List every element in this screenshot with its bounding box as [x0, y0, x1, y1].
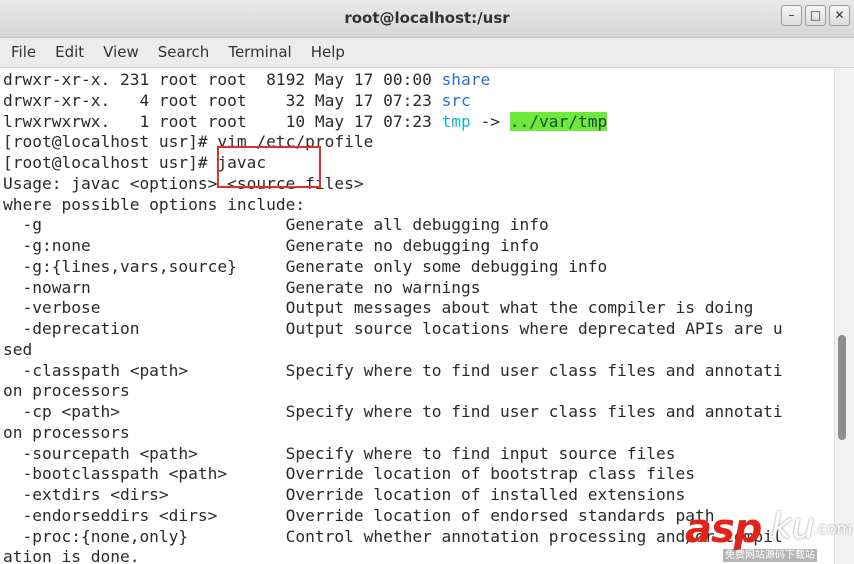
close-button[interactable]: ✕ [829, 5, 850, 26]
terminal-text: -g:{lines,vars,source} Generate only som… [3, 256, 608, 276]
maximize-button[interactable]: □ [805, 5, 826, 26]
terminal-text: -> [470, 111, 510, 131]
terminal-text: lrwxrwxrwx. 1 root root 10 May 17 07:23 [3, 111, 442, 131]
window-title: root@localhost:/usr [344, 9, 510, 27]
terminal-line: -extdirs <dirs> Override location of ins… [3, 484, 685, 505]
terminal-text: -bootclasspath <path> Override location … [3, 464, 695, 484]
terminal-text: ation is done. [3, 547, 140, 564]
terminal-line: -proc:{none,only} Control whether annota… [3, 526, 783, 547]
scrollbar-track[interactable] [834, 68, 854, 564]
terminal-text: sed [3, 339, 33, 359]
terminal-text: drwxr-xr-x. 231 root root 8192 May 17 00… [3, 70, 442, 89]
terminal-text: -g Generate all debugging info [3, 215, 549, 235]
menu-edit[interactable]: Edit [44, 38, 92, 67]
terminal-line: drwxr-xr-x. 4 root root 32 May 17 07:23 … [3, 90, 471, 111]
terminal-text: -proc:{none,only} Control whether annota… [3, 526, 783, 546]
terminal-text: -verbose Output messages about what the … [3, 298, 754, 318]
terminal-text: on processors [3, 422, 130, 442]
menu-view[interactable]: View [92, 38, 147, 67]
terminal-line: -verbose Output messages about what the … [3, 297, 753, 318]
terminal-line: -g Generate all debugging info [3, 214, 549, 235]
title-bar: root@localhost:/usr – □ ✕ [0, 0, 854, 38]
terminal-lnk-text: tmp [441, 111, 471, 131]
terminal-text: -g:none Generate no debugging info [3, 236, 540, 255]
terminal-line: sed [3, 339, 32, 360]
terminal-text: -deprecation Output source locations whe… [3, 319, 783, 338]
terminal-text: -cp <path> Specify where to find user cl… [3, 402, 783, 421]
terminal-text: on processors [3, 381, 130, 401]
terminal-line: where possible options include: [3, 194, 305, 215]
terminal-line: ation is done. [3, 546, 139, 564]
menu-search[interactable]: Search [147, 38, 218, 67]
watermark-domain: .com [813, 519, 853, 538]
annotation-highlight-box [217, 146, 321, 188]
terminal-dir-text: share [441, 70, 491, 89]
terminal-line: -sourcepath <path> Specify where to find… [3, 443, 675, 464]
minimize-button[interactable]: – [781, 5, 802, 26]
terminal-text: -sourcepath <path> Specify where to find… [3, 443, 676, 463]
terminal-line: on processors [3, 422, 130, 443]
scrollbar-thumb[interactable] [838, 335, 846, 440]
watermark-suffix: ku [771, 506, 815, 547]
terminal-hl-text: ../var/tmp [509, 111, 608, 131]
terminal-line: -g:{lines,vars,source} Generate only som… [3, 256, 607, 277]
terminal-text: where possible options include: [3, 194, 306, 214]
terminal-line: -g:none Generate no debugging info [3, 235, 539, 256]
watermark-tagline: 免费网站源码下载站 [723, 549, 817, 562]
terminal-text: drwxr-xr-x. 4 root root 32 May 17 07:23 [3, 90, 442, 110]
terminal-dir-text: src [441, 90, 471, 110]
terminal-line: -endorseddirs <dirs> Override location o… [3, 505, 714, 526]
window-controls: – □ ✕ [781, 5, 850, 26]
watermark-brand: asp [685, 506, 762, 552]
terminal-line: lrwxrwxrwx. 1 root root 10 May 17 07:23 … [3, 111, 608, 132]
terminal-line: -cp <path> Specify where to find user cl… [3, 401, 783, 422]
menu-bar: File Edit View Search Terminal Help [0, 38, 854, 68]
menu-terminal[interactable]: Terminal [217, 38, 299, 67]
terminal-text: -extdirs <dirs> Override location of ins… [3, 485, 686, 504]
terminal-line: -deprecation Output source locations whe… [3, 318, 783, 339]
terminal-text: -nowarn Generate no warnings [3, 277, 481, 297]
watermark-logo: asp ku .com 免费网站源码下载站 [685, 506, 854, 564]
terminal-text: -endorseddirs <dirs> Override location o… [3, 505, 715, 525]
terminal-output[interactable]: drwxr-xr-x. 231 root root 8192 May 17 00… [0, 68, 834, 564]
menu-help[interactable]: Help [300, 38, 353, 67]
terminal-line: -bootclasspath <path> Override location … [3, 463, 695, 484]
terminal-line: -nowarn Generate no warnings [3, 277, 481, 298]
menu-file[interactable]: File [0, 38, 44, 67]
terminal-line: -classpath <path> Specify where to find … [3, 360, 783, 381]
terminal-line: drwxr-xr-x. 231 root root 8192 May 17 00… [3, 69, 490, 90]
terminal-text: -classpath <path> Specify where to find … [3, 360, 783, 380]
terminal-line: on processors [3, 380, 130, 401]
